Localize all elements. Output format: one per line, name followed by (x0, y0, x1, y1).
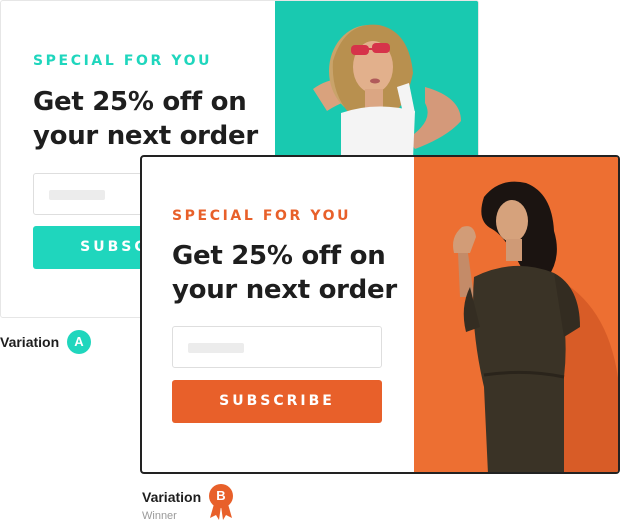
variation-b-headline: Get 25% off on your next order (172, 239, 397, 307)
ab-test-comparison: SPECIAL FOR YOU Get 25% off on your next… (0, 0, 620, 524)
variation-a-headline-line2: your next order (33, 121, 258, 151)
variation-a-badge: A (67, 330, 91, 354)
variation-b-headline-line2: your next order (172, 275, 397, 305)
variation-a-eyebrow: SPECIAL FOR YOU (33, 53, 213, 69)
variation-b-label: Variation (142, 489, 202, 505)
variation-b-email-placeholder (188, 343, 244, 353)
variation-b-eyebrow: SPECIAL FOR YOU (172, 208, 352, 224)
woman-orange-wall-image (414, 157, 618, 472)
variation-a-label: Variation (0, 334, 60, 350)
variation-b-headline-line1: Get 25% off on (172, 241, 386, 271)
ribbon-badge-icon: B (208, 484, 234, 520)
variation-b-popup: SPECIAL FOR YOU Get 25% off on your next… (140, 155, 620, 474)
variation-a-headline: Get 25% off on your next order (33, 85, 258, 153)
variation-b-subscribe-button[interactable]: SUBSCRIBE (172, 380, 382, 423)
variation-b-badge: B (216, 488, 226, 503)
variation-a-email-placeholder (49, 190, 105, 200)
variation-b-photo (414, 157, 618, 472)
variation-a-headline-line1: Get 25% off on (33, 87, 247, 117)
winner-label: Winner (142, 510, 177, 522)
variation-b-email-field[interactable] (172, 326, 382, 368)
